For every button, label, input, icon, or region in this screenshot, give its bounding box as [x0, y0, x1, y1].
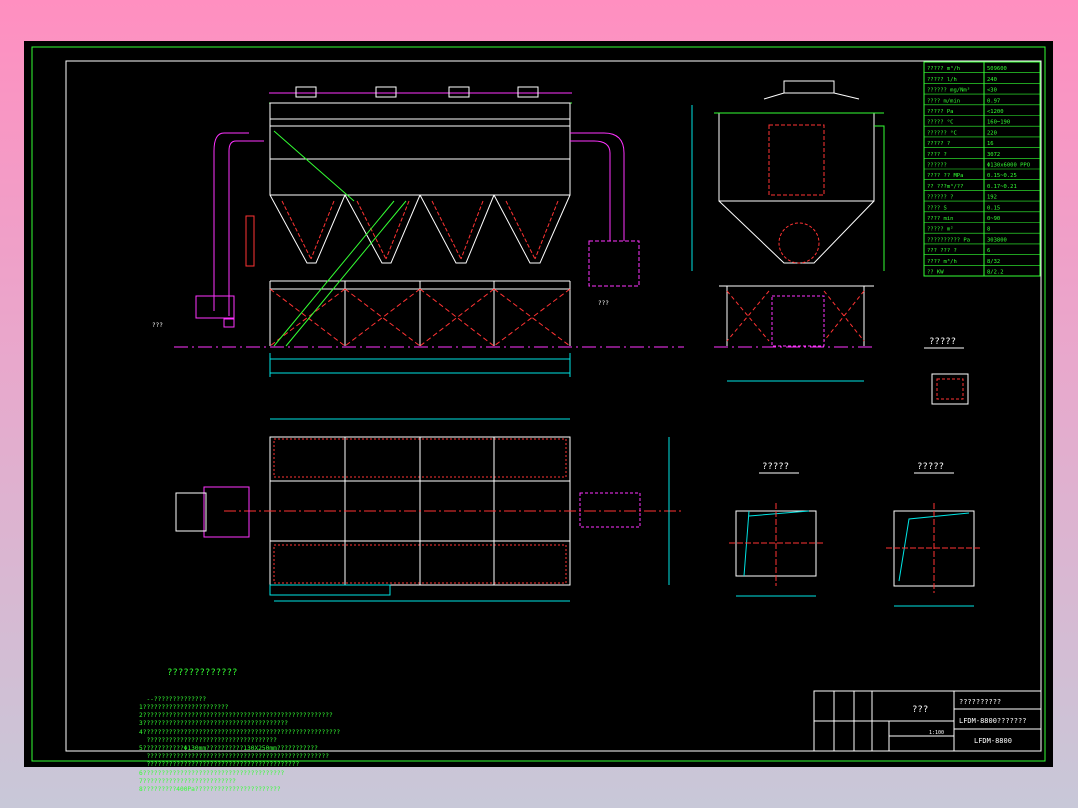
spec-row-name: ???? m/min: [927, 98, 960, 104]
spec-table: ????? m³/h 509600 ????? l/h 240 ?????? mg/Nm…: [923, 61, 1041, 277]
detail-small-title: ?????: [929, 337, 956, 347]
spec-row-value: 240: [987, 77, 997, 83]
note-line: 2???????????????????????????????????????…: [139, 712, 333, 720]
note-line: 3???????????????????????????????????????: [139, 720, 289, 728]
note-line: 4???????????????????????????????????????…: [139, 728, 341, 736]
model-description: LFDM-8800???????: [959, 717, 1026, 725]
spec-row-value: 0~90: [987, 216, 1000, 222]
note-line: ????????????????????????????????????????…: [139, 753, 329, 761]
side-elevation: [691, 80, 885, 382]
technical-notes: ????????????? --?????????????? 1?????????…: [139, 651, 459, 802]
drawing-title: ???: [912, 705, 928, 715]
scale: 1:100: [929, 730, 944, 736]
note-line: ???????????????????????????????????: [139, 736, 277, 744]
spec-row-name: ????? ?: [927, 141, 950, 147]
front-elevation: [174, 86, 684, 377]
detail-small: [931, 373, 969, 405]
model-code: LFDM-8800: [974, 737, 1012, 745]
spec-row-value: 303800: [987, 237, 1007, 243]
note-line: 8?????????400Pa???????????????????????: [139, 786, 281, 794]
spec-row-name: ????? °C: [927, 120, 954, 126]
plan-view: [175, 418, 684, 602]
inlet-label: ???: [598, 300, 609, 307]
spec-row-value: 16: [987, 141, 994, 147]
spec-row-value: 6: [987, 248, 990, 254]
spec-row-name: ????? l/h: [927, 77, 957, 83]
spec-row-value: 0.17~0.21: [987, 184, 1017, 190]
note-line: 6??????????????????????????????????????: [139, 769, 285, 777]
spec-row-name: ??????: [927, 163, 947, 169]
spec-row-name: ???? ?? MPa: [927, 173, 963, 179]
inner-border: [65, 60, 1042, 752]
spec-row-name: ????? m³/h: [927, 65, 960, 72]
spec-row-name: ???? ?: [927, 152, 947, 158]
spec-row-name: ???? m³/h: [927, 258, 957, 265]
detail-a: [729, 503, 824, 597]
spec-row-value: <1200: [987, 109, 1004, 115]
note-line: ????????????????????????????????????????…: [139, 761, 300, 769]
spec-row-name: ?????? ?: [927, 195, 954, 201]
spec-row-value: 0.15: [987, 205, 1000, 211]
spec-row-name: ?????????? Pa: [927, 237, 970, 243]
note-line: 7?????????????????????????: [139, 777, 236, 785]
detail-b: [886, 503, 982, 607]
spec-row-name: ???? S: [927, 205, 947, 211]
spec-row-value: 8/2.2: [987, 270, 1004, 276]
spec-row-value: 220: [987, 130, 997, 136]
spec-row-value: 192: [987, 195, 997, 201]
detail-b-title: ?????: [917, 462, 944, 472]
spec-row-value: 509600: [987, 66, 1007, 72]
company-name: ??????????: [959, 698, 1001, 706]
spec-row-name: ?????? mg/Nm³: [927, 87, 970, 94]
spec-row-value: 8: [987, 227, 990, 233]
spec-row-name: ?? ???m³/??: [927, 183, 963, 190]
drawing-sheet: ??? ??? ????? m³/h 509600????? l/h 240????…: [24, 41, 1053, 793]
spec-row-value: 8/32: [987, 259, 1000, 265]
detail-a-title: ?????: [762, 462, 789, 472]
spec-row-value: 0.15~0.25: [987, 173, 1017, 179]
spec-row-name: ?????? °C: [927, 130, 957, 136]
spec-row-value: <30: [987, 88, 997, 94]
note-line: 1???????????????????????: [139, 704, 229, 712]
notes-lines: --?????????????? 1???????????????????????…: [139, 696, 459, 794]
spec-row-value: 0.97: [987, 98, 1000, 104]
spec-row-name: ????? m²: [927, 226, 954, 233]
note-line: --??????????????: [139, 695, 207, 703]
spec-row-name: ????? Pa: [927, 109, 954, 115]
outlet-label: ???: [152, 322, 163, 329]
spec-row-value: 160~190: [987, 120, 1010, 126]
spec-row-value: 3072: [987, 152, 1000, 158]
spec-row-name: ??? ??? ?: [927, 248, 957, 254]
note-line: 5???????????Φ130mm??????????130X250mm???…: [139, 745, 318, 753]
spec-row-name: ???? min: [927, 216, 954, 222]
spec-row-value: Φ130x6000 PPO: [987, 163, 1030, 169]
spec-row-name: ?? KW: [927, 270, 944, 276]
notes-title: ?????????????: [167, 668, 238, 679]
